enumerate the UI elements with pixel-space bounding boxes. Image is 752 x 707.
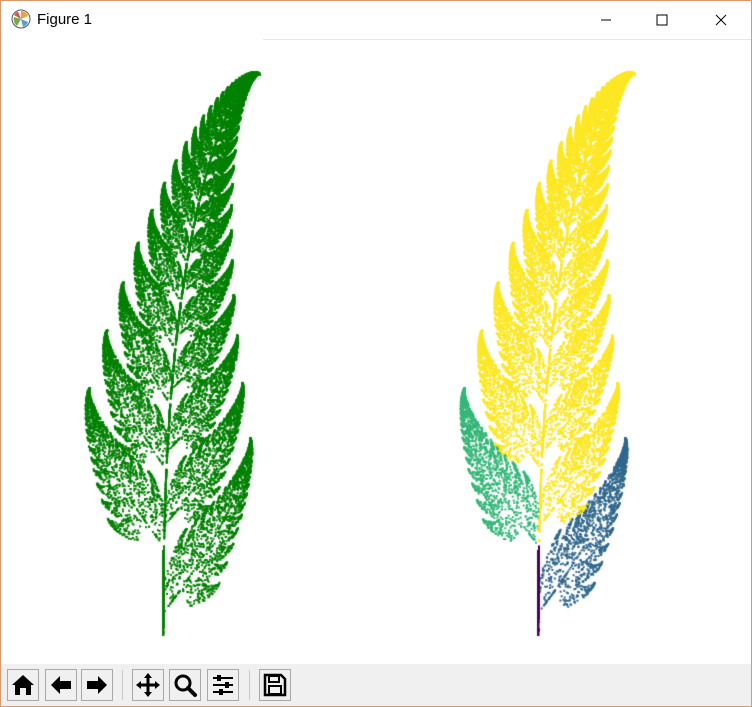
toolbar-separator	[122, 670, 123, 700]
toolbar-separator	[249, 670, 250, 700]
zoom-button[interactable]	[169, 669, 201, 701]
back-button[interactable]	[45, 669, 77, 701]
window-title: Figure 1	[37, 11, 92, 28]
pan-button[interactable]	[132, 669, 164, 701]
save-icon	[262, 672, 288, 698]
title-bar: Figure 1	[1, 1, 751, 39]
maximize-button[interactable]	[639, 1, 685, 39]
figure-window: Figure 1	[0, 0, 752, 707]
figure-canvas[interactable]	[1, 40, 751, 664]
configure-subplots-button[interactable]	[207, 669, 239, 701]
minimize-icon	[600, 14, 612, 26]
pan-icon	[135, 672, 161, 698]
close-icon	[715, 14, 727, 26]
forward-button[interactable]	[81, 669, 113, 701]
zoom-icon	[172, 672, 198, 698]
maximize-icon	[656, 14, 668, 26]
save-button[interactable]	[259, 669, 291, 701]
matplotlib-logo-icon	[11, 9, 31, 29]
close-button[interactable]	[698, 1, 744, 39]
forward-icon	[84, 672, 110, 698]
minimize-button[interactable]	[583, 1, 629, 39]
home-icon	[10, 672, 36, 698]
navigation-toolbar	[1, 664, 751, 706]
home-button[interactable]	[7, 669, 39, 701]
back-icon	[48, 672, 74, 698]
configure-icon	[210, 672, 236, 698]
